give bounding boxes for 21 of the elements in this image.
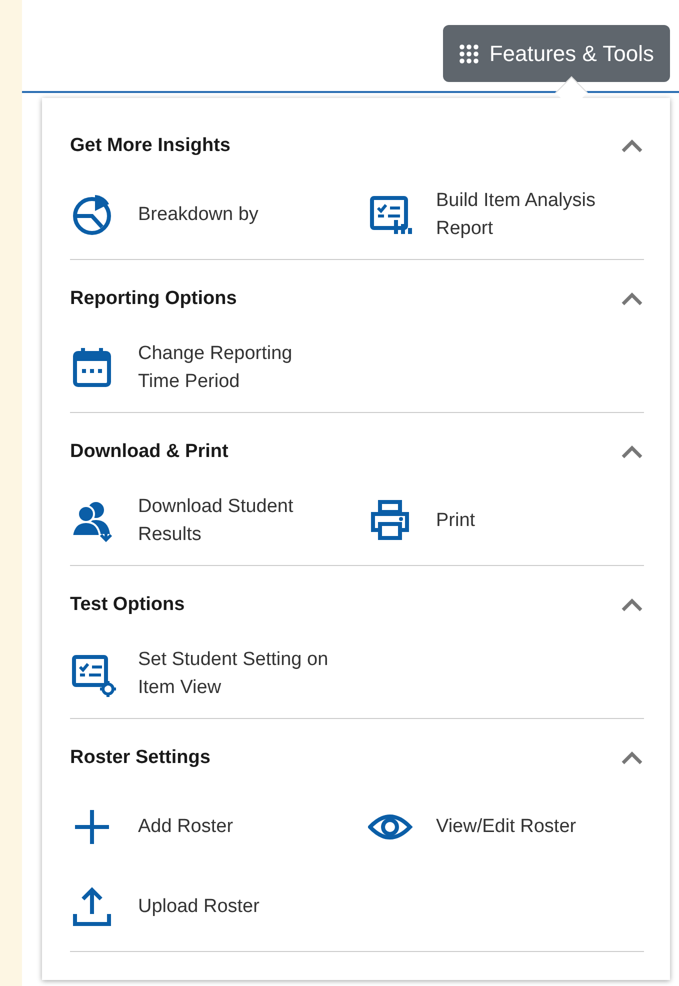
chevron-icon[interactable] [620, 750, 644, 766]
chevron-icon[interactable] [620, 597, 644, 613]
menu-item[interactable]: Add Roster [70, 799, 368, 855]
chevron-icon[interactable] [620, 138, 644, 154]
menu-item[interactable]: Change Reporting Time Period [70, 340, 368, 396]
chevron-icon[interactable] [620, 291, 644, 307]
menu-item[interactable]: Set Student Setting on Item View [70, 646, 368, 702]
section-title: Reporting Options [70, 288, 237, 310]
menu-item[interactable]: Build Item Analysis Report [368, 187, 644, 243]
chevron-icon[interactable] [620, 444, 644, 460]
section-title: Download & Print [70, 441, 228, 463]
features-tools-button[interactable]: Features & Tools [443, 25, 670, 82]
section-title: Roster Settings [70, 747, 210, 769]
grid-dots-icon [459, 44, 480, 64]
section-title: Get More Insights [70, 135, 230, 157]
menu-item[interactable]: Print [368, 493, 644, 549]
section-title: Test Options [70, 594, 185, 616]
menu-item[interactable]: Upload Roster [70, 879, 368, 935]
menu-item[interactable]: Download Student Results [70, 493, 368, 549]
menu-item[interactable]: Breakdown by [70, 187, 368, 243]
menu-item[interactable]: View/Edit Roster [368, 799, 644, 855]
